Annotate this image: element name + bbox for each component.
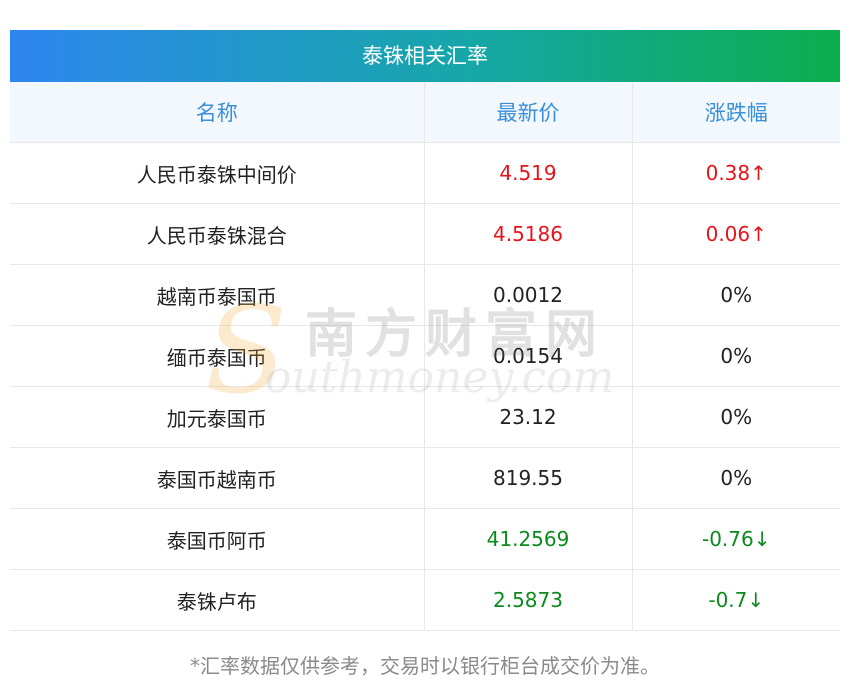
rate-name: 人民币泰铢中间价 (10, 142, 425, 204)
rate-name: 加元泰国币 (10, 386, 425, 448)
rate-price: 819.55 (424, 447, 633, 509)
column-header-change: 涨跌幅 (632, 82, 840, 143)
rate-name: 越南币泰国币 (10, 264, 425, 326)
rate-change: 0.38↑ (632, 142, 840, 204)
rate-price: 0.0012 (424, 264, 633, 326)
table-row[interactable]: 缅币泰国币 0.0154 0% (10, 325, 840, 387)
table-row[interactable]: 泰国币阿币 41.2569 -0.76↓ (10, 508, 840, 570)
rate-name: 泰铢卢布 (10, 569, 425, 631)
rate-price: 23.12 (424, 386, 633, 448)
table-row[interactable]: 泰铢卢布 2.5873 -0.7↓ (10, 569, 840, 631)
rate-price: 4.5186 (424, 203, 633, 265)
table-header-row: 名称 最新价 涨跌幅 (10, 82, 840, 143)
rate-change: 0.06↑ (632, 203, 840, 265)
rate-change: 0% (632, 386, 840, 448)
table-row[interactable]: 泰国币越南币 819.55 0% (10, 447, 840, 509)
column-header-price: 最新价 (424, 82, 633, 143)
table-row[interactable]: 人民币泰铢中间价 4.519 0.38↑ (10, 142, 840, 204)
rate-change: 0% (632, 264, 840, 326)
rate-change: 0% (632, 447, 840, 509)
rate-table: 名称 最新价 涨跌幅 人民币泰铢中间价 4.519 0.38↑ 人民币泰铢混合 … (10, 82, 840, 631)
table-title: 泰铢相关汇率 (10, 30, 840, 82)
table-row[interactable]: 人民币泰铢混合 4.5186 0.06↑ (10, 203, 840, 265)
rate-name: 泰国币阿币 (10, 508, 425, 570)
table-row[interactable]: 越南币泰国币 0.0012 0% (10, 264, 840, 326)
rate-change: -0.76↓ (632, 508, 840, 570)
rate-price: 0.0154 (424, 325, 633, 387)
disclaimer-footnote: *汇率数据仅供参考，交易时以银行柜台成交价为准。 (190, 654, 660, 678)
rate-change: -0.7↓ (632, 569, 840, 631)
rate-name: 缅币泰国币 (10, 325, 425, 387)
rate-table-panel: 泰铢相关汇率 名称 最新价 涨跌幅 人民币泰铢中间价 4.519 0.38↑ 人… (10, 30, 840, 631)
table-row[interactable]: 加元泰国币 23.12 0% (10, 386, 840, 448)
rate-price: 4.519 (424, 142, 633, 204)
rate-change: 0% (632, 325, 840, 387)
rate-name: 人民币泰铢混合 (10, 203, 425, 265)
rate-price: 41.2569 (424, 508, 633, 570)
rate-name: 泰国币越南币 (10, 447, 425, 509)
column-header-name: 名称 (10, 82, 425, 143)
rate-price: 2.5873 (424, 569, 633, 631)
